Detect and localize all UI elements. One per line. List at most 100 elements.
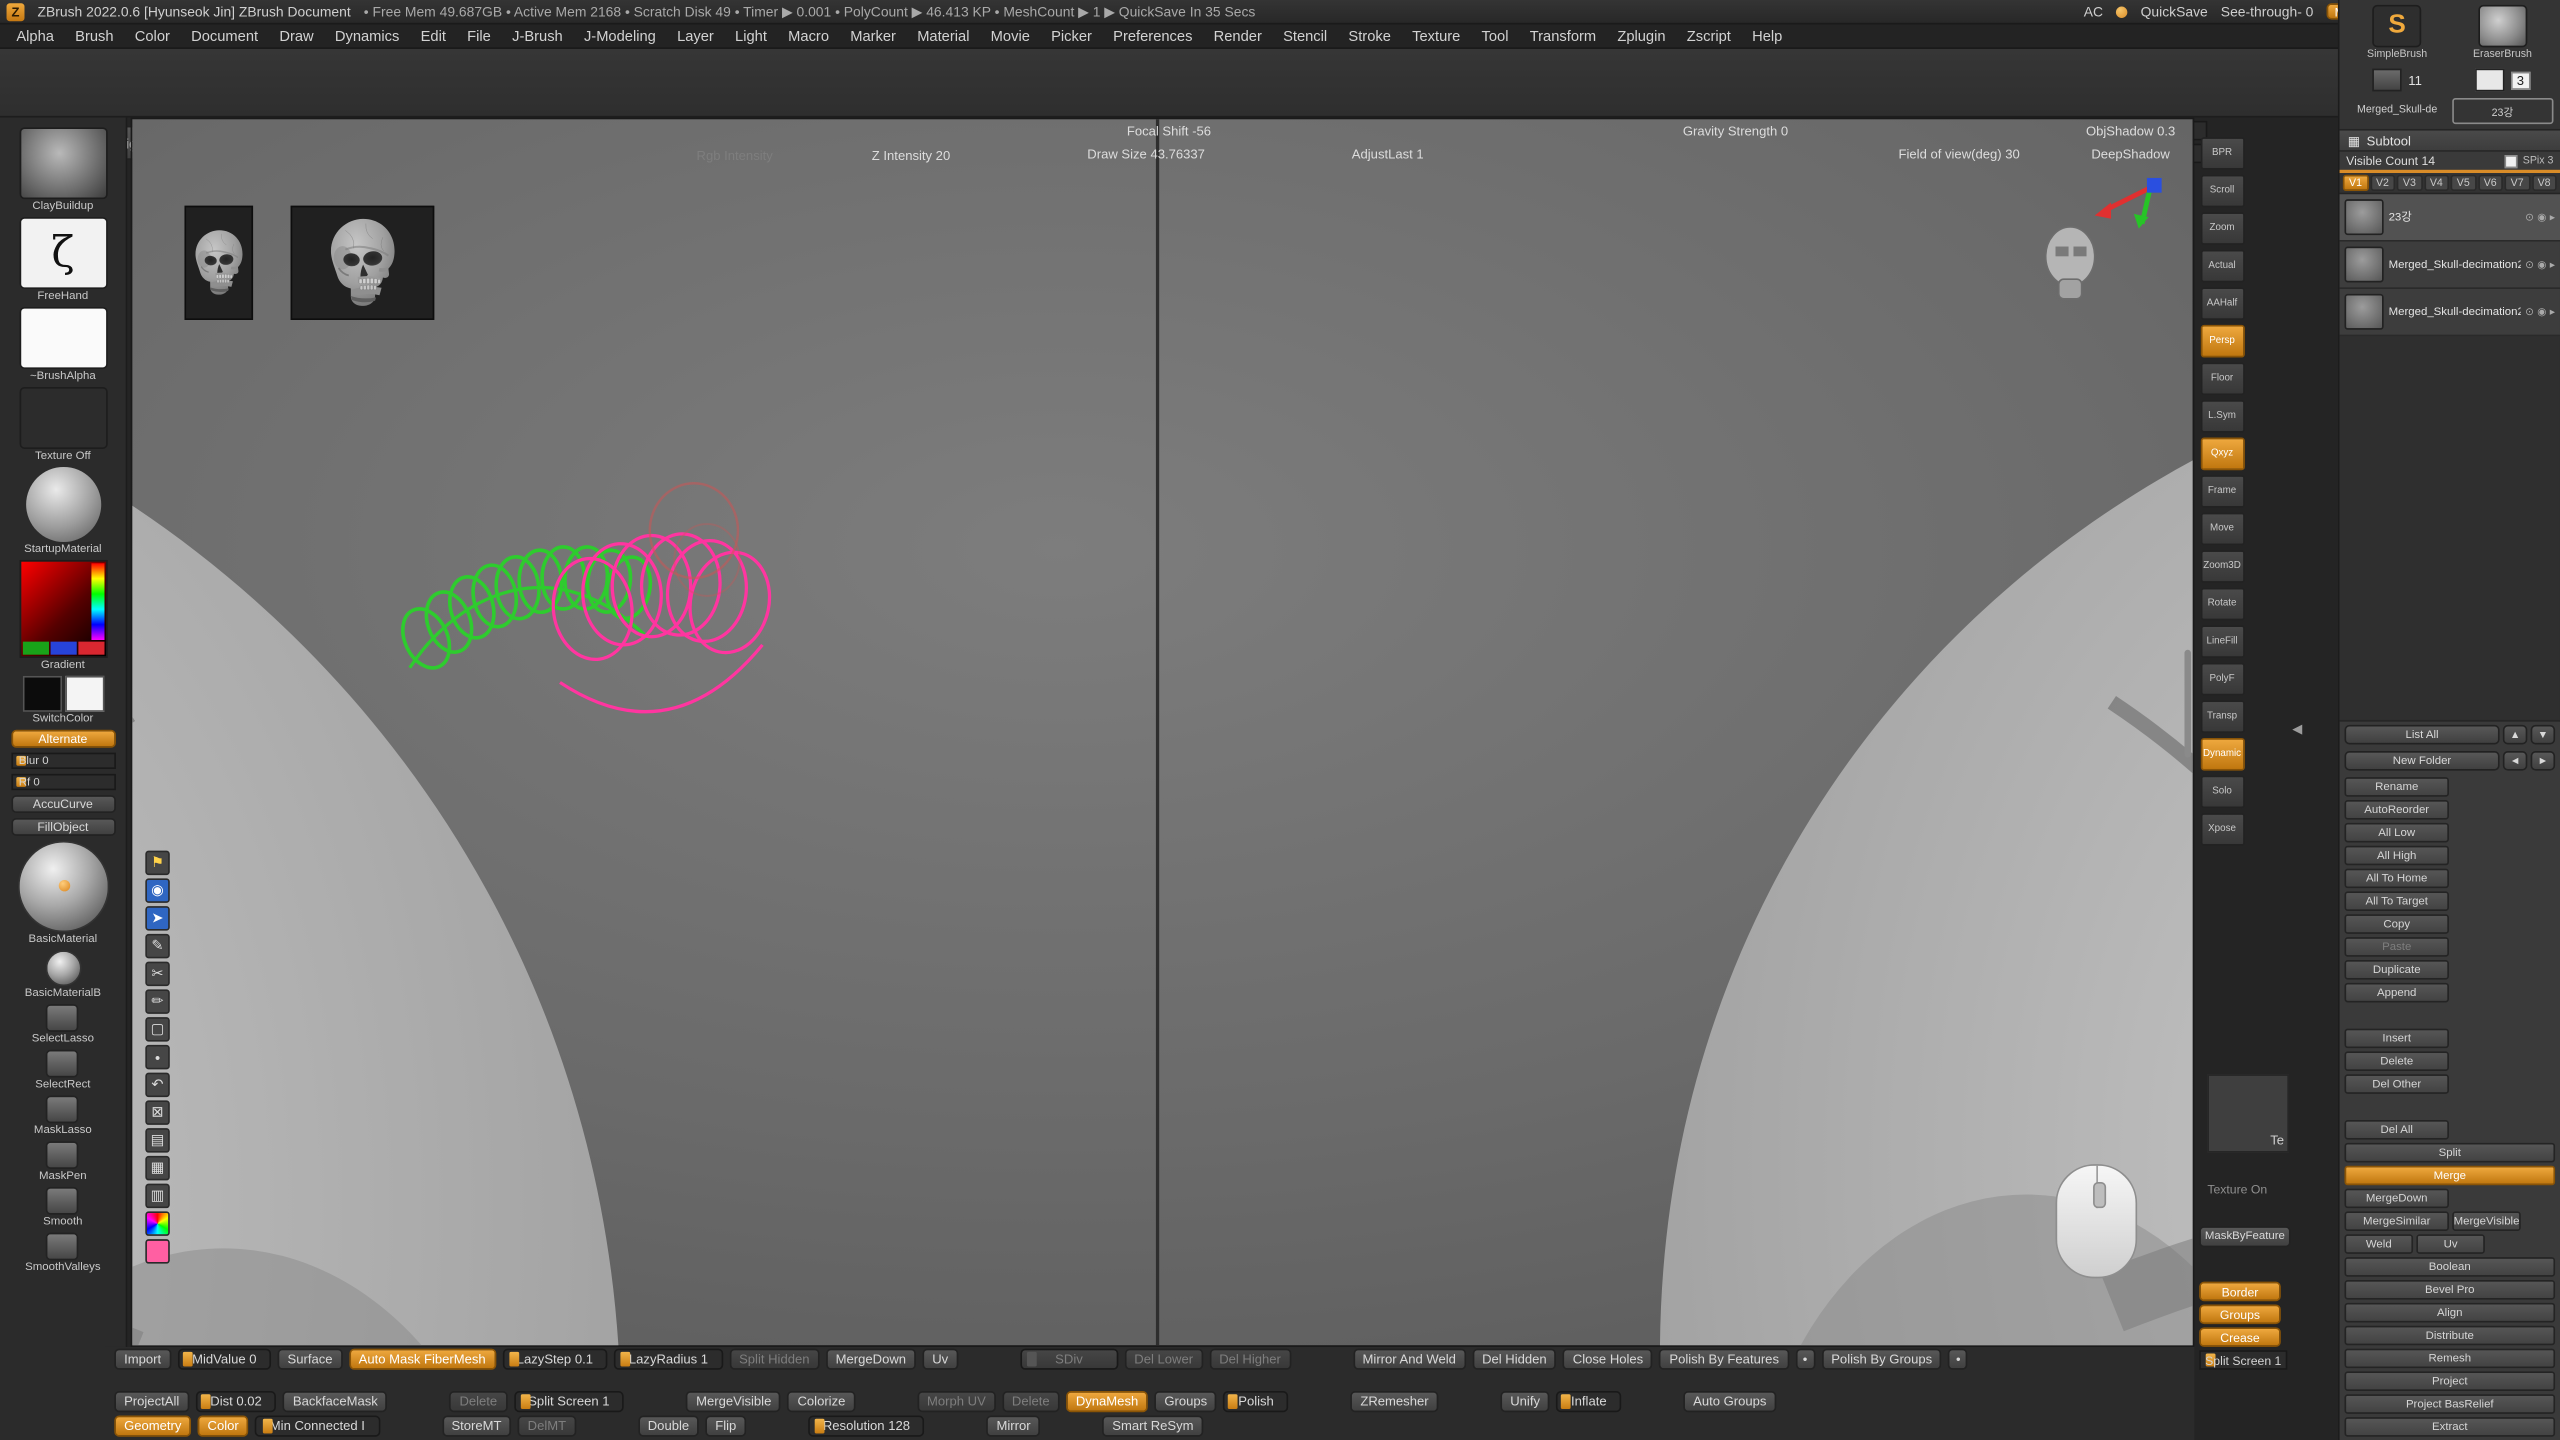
split-screen-slider[interactable]: Split Screen 1 — [2199, 1350, 2287, 1370]
bottom-button[interactable]: • — [1795, 1349, 1815, 1370]
variant-tab[interactable]: V8 — [2531, 175, 2556, 191]
tray-tool[interactable]: Smooth — [43, 1187, 82, 1228]
canvas-tool-icon[interactable]: ▥ — [145, 1184, 169, 1208]
canvas-tool-icon[interactable]: ◉ — [145, 878, 169, 902]
subtool-list-empty-area[interactable] — [2340, 336, 2560, 721]
folder-icon[interactable]: ▸ — [2550, 211, 2555, 224]
quicksave-button[interactable]: QuickSave — [2141, 3, 2208, 19]
eye-icon[interactable]: ◉ — [2537, 305, 2546, 318]
shelf-button[interactable]: L.Sym — [2200, 400, 2244, 433]
bottom-button[interactable]: ProjectAll — [114, 1391, 189, 1412]
shelf-button[interactable]: Zoom3D — [2200, 550, 2244, 583]
bottom-button[interactable]: DelMT — [518, 1416, 576, 1437]
subtool-action-button[interactable]: Bevel Pro — [2344, 1280, 2555, 1300]
folder-icon[interactable]: ▸ — [2550, 305, 2555, 318]
tray-tool[interactable]: SelectRect — [35, 1050, 90, 1091]
menu-item[interactable]: Texture — [1412, 28, 1460, 44]
fillobject-button[interactable]: FillObject — [11, 818, 115, 836]
bottom-button[interactable]: DynaMesh — [1066, 1391, 1148, 1412]
subtool-action-button[interactable]: Del All — [2344, 1120, 2448, 1140]
canvas-tool-icon[interactable]: ↶ — [145, 1073, 169, 1097]
menu-item[interactable]: Tool — [1482, 28, 1509, 44]
subtool-action-button[interactable]: Extract — [2344, 1417, 2555, 1437]
menu-item[interactable]: Layer — [677, 28, 714, 44]
canvas-tool-icon[interactable]: ✏ — [145, 989, 169, 1013]
canvas-tool-icon[interactable]: ✎ — [145, 934, 169, 958]
menu-item[interactable]: Picker — [1051, 28, 1092, 44]
subtool-action-button[interactable]: All To Home — [2344, 869, 2448, 889]
subtool-item[interactable]: 23강 ⊙◉▸ — [2340, 194, 2560, 241]
reference-thumbnail[interactable] — [184, 206, 253, 320]
paint-icon[interactable]: ⊙ — [2525, 211, 2534, 224]
shelf-button[interactable]: Floor — [2200, 362, 2244, 395]
bottom-button[interactable]: Dist 0.02 — [196, 1391, 277, 1412]
active-tool-label[interactable]: 23강 — [2451, 97, 2553, 124]
subtool-action-button[interactable]: Remesh — [2344, 1349, 2555, 1369]
subtool-action-button[interactable]: Duplicate — [2344, 960, 2448, 980]
menu-item[interactable]: Alpha — [16, 28, 54, 44]
bottom-button[interactable]: ZRemesher — [1351, 1391, 1439, 1412]
shelf-button[interactable]: Move — [2200, 513, 2244, 546]
gradient-picker-icon[interactable] — [19, 560, 107, 658]
bottom-button[interactable]: • — [1948, 1349, 1968, 1370]
variant-tab[interactable]: V7 — [2504, 175, 2529, 191]
axis-gizmo[interactable] — [2088, 175, 2163, 231]
canvas-tool-icon[interactable]: ⚑ — [145, 851, 169, 875]
switch-color-icon[interactable] — [22, 676, 104, 712]
mask-by-feature-button[interactable]: MaskByFeature — [2199, 1226, 2290, 1247]
document-canvas[interactable]: ⚑◉➤✎✂✏▢•↶⊠▤▦▥ — [131, 118, 2195, 1347]
shelf-button[interactable]: Persp — [2200, 325, 2244, 358]
eye-icon[interactable]: ◉ — [2537, 258, 2546, 271]
menu-item[interactable]: Transform — [1530, 28, 1596, 44]
bottom-button[interactable]: Split Hidden — [729, 1349, 819, 1370]
menu-item[interactable]: File — [467, 28, 491, 44]
menu-item[interactable]: Preferences — [1113, 28, 1192, 44]
bottom-button[interactable]: BackfaceMask — [283, 1391, 388, 1412]
menu-item[interactable]: Draw — [279, 28, 313, 44]
color-picker[interactable]: Gradient — [19, 560, 107, 671]
bottom-button[interactable]: Auto Groups — [1683, 1391, 1776, 1412]
variant-tab[interactable]: V2 — [2370, 175, 2395, 191]
subtool-toggles[interactable]: ⊙◉▸ — [2525, 258, 2555, 271]
subtool-action-button[interactable]: Copy — [2344, 914, 2448, 934]
canvas-tool-icon[interactable] — [145, 1239, 169, 1263]
bottom-button[interactable]: Del Higher — [1209, 1349, 1290, 1370]
shelf-button[interactable]: LineFill — [2200, 625, 2244, 658]
accucurve-button[interactable]: AccuCurve — [11, 795, 115, 813]
subtool-item[interactable]: Merged_Skull-decimation2 ⊙◉▸ — [2340, 242, 2560, 289]
variant-tab[interactable]: V1 — [2343, 175, 2368, 191]
bottom-button[interactable]: StoreMT — [442, 1416, 512, 1437]
shelf-button[interactable]: Dynamic — [2200, 738, 2244, 771]
eraser-brush[interactable]: EraserBrush — [2451, 5, 2553, 64]
current-texture[interactable]: Texture Off — [19, 387, 107, 462]
menu-item[interactable]: Zplugin — [1617, 28, 1665, 44]
subtool-action-button[interactable]: Del Other — [2344, 1074, 2448, 1094]
bottom-button[interactable]: MergeDown — [826, 1349, 916, 1370]
subtool-action-button[interactable]: Rename — [2344, 777, 2448, 797]
subtool-action-button[interactable]: Append — [2344, 983, 2448, 1003]
menu-item[interactable]: J-Modeling — [584, 28, 656, 44]
bottom-button[interactable]: Unify — [1500, 1391, 1549, 1412]
menu-item[interactable]: Zscript — [1687, 28, 1731, 44]
bottom-button[interactable]: Import — [114, 1349, 171, 1370]
subtool-action-button[interactable]: Insert — [2344, 1029, 2448, 1049]
shelf-button[interactable]: Xpose — [2200, 813, 2244, 846]
bottom-button[interactable]: Groups — [1155, 1391, 1217, 1412]
bottom-button[interactable]: MidValue 0 — [177, 1349, 271, 1370]
folder-left-button[interactable]: ◄ — [2503, 751, 2527, 771]
shelf-button[interactable]: AAHalf — [2200, 287, 2244, 320]
subtool-action-button[interactable]: Merge — [2344, 1166, 2555, 1186]
menu-item[interactable]: Edit — [421, 28, 446, 44]
bottom-button[interactable]: Morph UV — [917, 1391, 995, 1412]
bottom-button[interactable]: Resolution 128 — [808, 1416, 925, 1437]
tray-tool[interactable]: SelectLasso — [32, 1004, 94, 1045]
tray-tool[interactable]: SmoothValleys — [25, 1233, 100, 1274]
menu-item[interactable]: Brush — [75, 28, 113, 44]
current-material[interactable]: StartupMaterial — [24, 467, 101, 555]
bottom-button[interactable]: LazyRadius 1 — [614, 1349, 723, 1370]
subtool-action-button[interactable]: Project — [2344, 1371, 2555, 1391]
bottom-button[interactable]: Geometry — [114, 1416, 191, 1437]
subtool-action-button[interactable]: AutoReorder — [2344, 800, 2448, 820]
canvas-tool-icon[interactable]: ✂ — [145, 962, 169, 986]
menu-item[interactable]: Color — [135, 28, 170, 44]
